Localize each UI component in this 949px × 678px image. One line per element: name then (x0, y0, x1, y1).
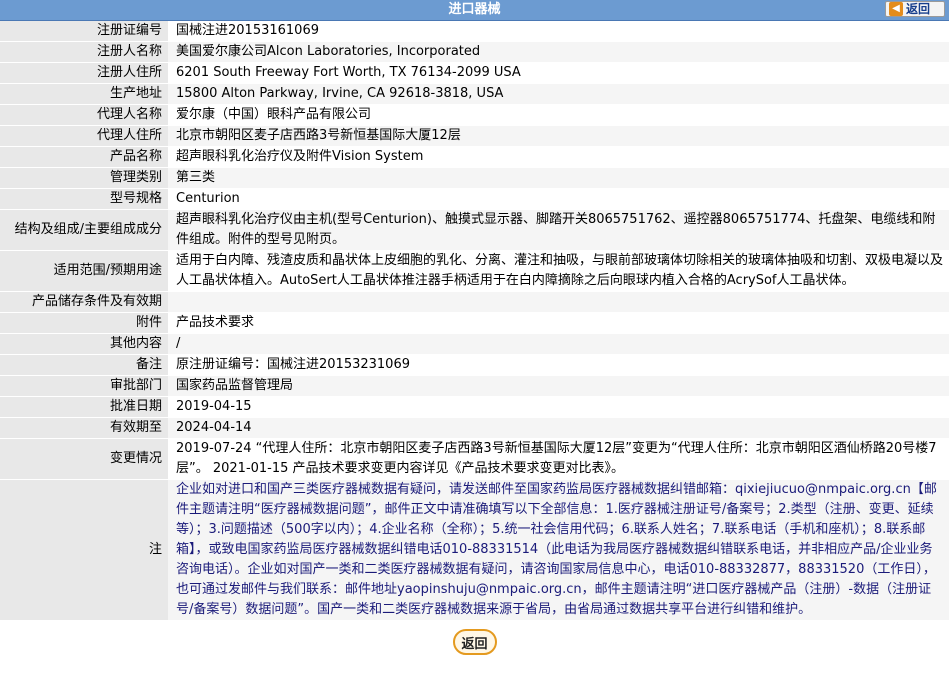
table-row: 适用范围/预期用途 适用于白内障、残渣皮质和晶状体上皮细胞的乳化、分离、灌注和抽吸… (0, 250, 949, 292)
table-row: 变更情况 2019-07-24 “代理人住所：北京市朝阳区麦子店西路3号新恒基国际… (0, 438, 949, 480)
table-row: 有效期至 2024-04-14 (0, 417, 949, 439)
field-label: 其他内容 (0, 333, 168, 355)
field-label: 适用范围/预期用途 (0, 250, 168, 292)
back-button-bottom-label: 返回 (461, 636, 488, 652)
field-value: 2019-07-24 “代理人住所：北京市朝阳区麦子店西路3号新恒基国际大厦12… (168, 438, 949, 480)
table-row: 备注 原注册证编号：国械注进20153231069 (0, 354, 949, 376)
field-value: 美国爱尔康公司Alcon Laboratories, Incorporated (168, 41, 949, 63)
table-row: 产品名称 超声眼科乳化治疗仪及附件Vision System (0, 146, 949, 168)
field-label: 产品名称 (0, 146, 168, 168)
table-row: 生产地址 15800 Alton Parkway, Irvine, CA 9261… (0, 83, 949, 105)
page-title: 进口器械 (448, 2, 501, 17)
table-row: 管理类别 第三类 (0, 167, 949, 189)
field-label: 型号规格 (0, 188, 168, 210)
table-row: 批准日期 2019-04-15 (0, 396, 949, 418)
field-value: 超声眼科乳化治疗仪由主机(型号Centurion)、触摸式显示器、脚踏开关806… (168, 209, 949, 251)
table-row: 注册人住所 6201 South Freeway Fort Worth, TX 7… (0, 62, 949, 84)
field-value: 超声眼科乳化治疗仪及附件Vision System (168, 146, 949, 168)
notice-text: 企业如对进口和国产三类医疗器械数据有疑问，请发送邮件至国家药监局医疗器械数据纠错… (168, 479, 949, 621)
field-label: 附件 (0, 312, 168, 334)
field-label: 生产地址 (0, 83, 168, 105)
table-row: 型号规格 Centurion (0, 188, 949, 210)
field-value: 适用于白内障、残渣皮质和晶状体上皮细胞的乳化、分离、灌注和抽吸，与眼前部玻璃体切… (168, 250, 949, 292)
field-label: 代理人名称 (0, 104, 168, 126)
field-label: 产品储存条件及有效期 (0, 291, 168, 313)
field-label: 有效期至 (0, 417, 168, 439)
back-button-label: 返回 (906, 2, 931, 16)
field-value: 15800 Alton Parkway, Irvine, CA 92618-38… (168, 83, 949, 105)
field-value: 2019-04-15 (168, 396, 949, 418)
arrow-left-icon: ◀ (889, 2, 903, 16)
field-label: 注 (0, 479, 168, 621)
field-label: 变更情况 (0, 438, 168, 480)
field-label: 备注 (0, 354, 168, 376)
table-row: 审批部门 国家药品监督管理局 (0, 375, 949, 397)
back-button-top[interactable]: ◀ 返回 (885, 1, 945, 17)
table-row: 注册证编号 国械注进20153161069 (0, 21, 949, 42)
field-label: 管理类别 (0, 167, 168, 189)
field-label: 注册证编号 (0, 21, 168, 42)
table-row: 注企业如对进口和国产三类医疗器械数据有疑问，请发送邮件至国家药监局医疗器械数据纠… (0, 479, 949, 621)
field-value: 国械注进20153161069 (168, 21, 949, 42)
field-label: 注册人名称 (0, 41, 168, 63)
field-label: 代理人住所 (0, 125, 168, 147)
back-button-bottom[interactable]: 返回 (452, 629, 497, 655)
field-label: 结构及组成/主要组成成分 (0, 209, 168, 251)
field-value: 6201 South Freeway Fort Worth, TX 76134-… (168, 62, 949, 84)
field-value: 爱尔康（中国）眼科产品有限公司 (168, 104, 949, 126)
table-row: 代理人名称 爱尔康（中国）眼科产品有限公司 (0, 104, 949, 126)
field-value: 北京市朝阳区麦子店西路3号新恒基国际大厦12层 (168, 125, 949, 147)
field-label: 批准日期 (0, 396, 168, 418)
table-row: 附件 产品技术要求 (0, 312, 949, 334)
field-value: 原注册证编号：国械注进20153231069 (168, 354, 949, 376)
table-row: 代理人住所 北京市朝阳区麦子店西路3号新恒基国际大厦12层 (0, 125, 949, 147)
field-value: 第三类 (168, 167, 949, 189)
field-label: 注册人住所 (0, 62, 168, 84)
table-row: 产品储存条件及有效期 (0, 291, 949, 313)
page-header: 进口器械 ◀ 返回 (0, 0, 949, 21)
table-row: 注册人名称 美国爱尔康公司Alcon Laboratories, Incorpor… (0, 41, 949, 63)
table-row: 结构及组成/主要组成成分 超声眼科乳化治疗仪由主机(型号Centurion)、触摸… (0, 209, 949, 251)
field-value: 产品技术要求 (168, 312, 949, 334)
field-value: 国家药品监督管理局 (168, 375, 949, 397)
field-value: / (168, 333, 949, 355)
table-row: 其他内容 / (0, 333, 949, 355)
field-value: Centurion (168, 188, 949, 210)
device-info-table: 注册证编号 国械注进20153161069 注册人名称 美国爱尔康公司Alcon La… (0, 21, 949, 621)
field-label: 审批部门 (0, 375, 168, 397)
field-value: 2024-04-14 (168, 417, 949, 439)
page-footer: 返回 (0, 621, 949, 655)
field-value (168, 291, 949, 313)
